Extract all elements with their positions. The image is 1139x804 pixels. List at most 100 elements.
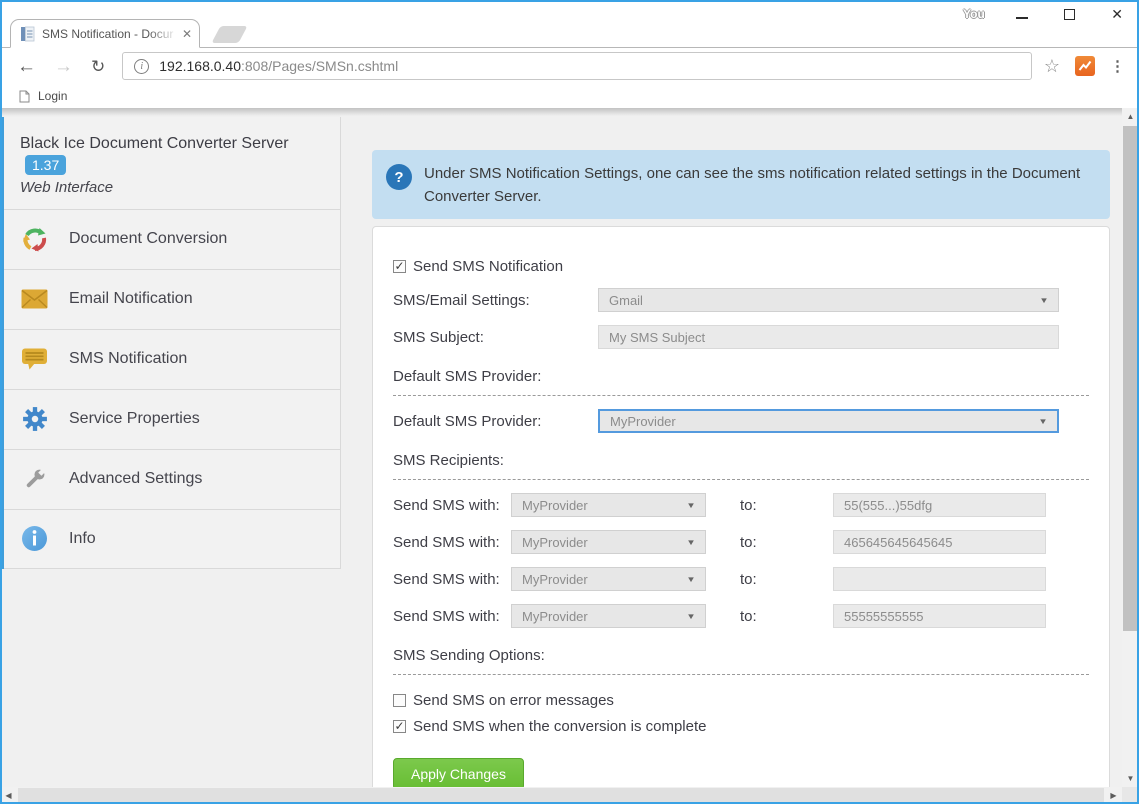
sidebar-item-label: Service Properties: [69, 410, 200, 428]
send-sms-on-error-row: ✓ Send SMS on error messages: [393, 692, 1089, 709]
to-label: to:: [740, 534, 833, 551]
sms-email-settings-value: Gmail: [609, 293, 643, 308]
conversion-arrows-icon: [21, 226, 48, 253]
close-icon[interactable]: ✕: [1111, 7, 1123, 21]
horizontal-scrollbar-thumb[interactable]: [18, 788, 1104, 803]
apply-changes-button[interactable]: Apply Changes: [393, 758, 524, 790]
scroll-right-icon[interactable]: ▶: [1105, 787, 1122, 804]
scroll-down-icon[interactable]: ▼: [1122, 770, 1139, 787]
section-divider: [393, 674, 1089, 675]
page-info-icon[interactable]: i: [134, 59, 149, 74]
default-provider-value: MyProvider: [610, 414, 676, 429]
gear-icon: [21, 406, 48, 433]
recipient-number-input[interactable]: [833, 530, 1046, 554]
page-viewport: Black Ice Document Converter Server 1.37…: [0, 108, 1139, 804]
page-icon: [19, 90, 30, 103]
wrench-icon: [21, 466, 48, 493]
section-divider: [393, 395, 1089, 396]
chevron-down-icon: ▼: [1038, 417, 1048, 426]
app-subtitle: Web Interface: [20, 179, 326, 196]
sidebar-item-document-conversion[interactable]: Document Conversion: [4, 209, 340, 269]
help-banner: ? Under SMS Notification Settings, one c…: [372, 150, 1110, 219]
send-sms-with-label: Send SMS with:: [393, 534, 503, 551]
minimize-icon[interactable]: [1016, 17, 1028, 19]
sidebar-item-service-properties[interactable]: Service Properties: [4, 389, 340, 449]
send-sms-with-label: Send SMS with:: [393, 608, 503, 625]
address-bar[interactable]: i 192.168.0.40 :808/Pages/SMSn.cshtml: [122, 52, 1032, 80]
sidebar: Black Ice Document Converter Server 1.37…: [0, 117, 341, 569]
recipient-row: Send SMS with: MyProvider ▼ to:: [393, 493, 1089, 517]
browser-titlebar: SMS Notification - Docur ✕ You ✕: [0, 0, 1139, 47]
question-icon: ?: [386, 164, 412, 190]
chevron-down-icon: ▼: [686, 538, 696, 547]
section-divider: [393, 479, 1089, 480]
recipient-row: Send SMS with: MyProvider ▼ to:: [393, 530, 1089, 554]
recipients-section-title: SMS Recipients:: [393, 452, 1089, 469]
version-badge: 1.37: [25, 155, 66, 175]
check-icon: ✓: [394, 260, 404, 272]
scroll-left-icon[interactable]: ◀: [0, 787, 17, 804]
maximize-icon[interactable]: [1064, 9, 1075, 20]
recipient-provider-dropdown[interactable]: MyProvider ▼: [511, 567, 706, 591]
bookmark-login[interactable]: Login: [13, 89, 73, 103]
default-provider-row: Default SMS Provider: MyProvider ▼: [393, 409, 1089, 433]
recipient-provider-value: MyProvider: [522, 498, 588, 513]
forward-icon[interactable]: →: [54, 57, 73, 76]
bookmark-login-label: Login: [38, 89, 67, 103]
sidebar-item-label: Document Conversion: [69, 230, 227, 248]
send-sms-on-error-checkbox[interactable]: ✓: [393, 694, 406, 707]
new-tab-button[interactable]: [211, 26, 247, 43]
sms-email-settings-dropdown[interactable]: Gmail ▼: [598, 288, 1059, 312]
send-sms-on-complete-checkbox[interactable]: ✓: [393, 720, 406, 733]
recipient-number-input[interactable]: [833, 604, 1046, 628]
recipient-number-input[interactable]: [833, 567, 1046, 591]
sidebar-header: Black Ice Document Converter Server 1.37…: [4, 117, 340, 209]
browser-menu-icon[interactable]: ⋮: [1110, 57, 1125, 75]
to-label: to:: [740, 608, 833, 625]
sidebar-item-label: Email Notification: [69, 290, 193, 308]
send-sms-on-complete-label: Send SMS when the conversion is complete: [413, 718, 707, 735]
recipient-provider-dropdown[interactable]: MyProvider ▼: [511, 493, 706, 517]
tab-close-icon[interactable]: ✕: [182, 27, 192, 41]
extension-icon[interactable]: [1075, 56, 1095, 76]
browser-tab[interactable]: SMS Notification - Docur ✕: [10, 19, 200, 48]
sidebar-item-advanced-settings[interactable]: Advanced Settings: [4, 449, 340, 509]
envelope-icon: [21, 286, 48, 313]
vertical-scrollbar-thumb[interactable]: [1123, 126, 1138, 631]
profile-name[interactable]: You: [963, 7, 985, 21]
sms-subject-input[interactable]: [598, 325, 1059, 349]
sidebar-item-email-notification[interactable]: Email Notification: [4, 269, 340, 329]
sms-bubble-icon: [21, 346, 48, 373]
scrollbar-corner: [1122, 787, 1139, 804]
scroll-up-icon[interactable]: ▲: [1122, 108, 1139, 125]
bookmarks-bar: Login: [0, 84, 1139, 108]
horizontal-scrollbar[interactable]: ◀ ▶: [0, 787, 1122, 804]
settings-panel: ✓ Send SMS Notification SMS/Email Settin…: [372, 226, 1110, 804]
send-sms-notification-row: ✓ Send SMS Notification: [393, 258, 1089, 275]
back-icon[interactable]: ←: [17, 57, 36, 76]
sms-email-settings-label: SMS/Email Settings:: [393, 292, 598, 309]
to-label: to:: [740, 497, 833, 514]
sms-email-settings-row: SMS/Email Settings: Gmail ▼: [393, 288, 1089, 312]
recipient-provider-dropdown[interactable]: MyProvider ▼: [511, 530, 706, 554]
send-sms-notification-checkbox[interactable]: ✓: [393, 260, 406, 273]
main-content: ? Under SMS Notification Settings, one c…: [372, 108, 1110, 804]
check-icon: ✓: [394, 720, 404, 732]
info-icon: [21, 525, 48, 552]
sending-options-section-title: SMS Sending Options:: [393, 647, 1089, 664]
bookmark-star-icon[interactable]: ☆: [1044, 56, 1060, 77]
tab-title: SMS Notification - Docur: [42, 27, 178, 41]
sidebar-item-info[interactable]: Info: [4, 509, 340, 569]
chevron-down-icon: ▼: [686, 501, 696, 510]
help-banner-text: Under SMS Notification Settings, one can…: [424, 161, 1090, 208]
vertical-scrollbar[interactable]: ▲ ▼: [1122, 108, 1139, 787]
send-sms-notification-label: Send SMS Notification: [413, 258, 563, 275]
default-provider-dropdown[interactable]: MyProvider ▼: [598, 409, 1059, 433]
recipient-number-input[interactable]: [833, 493, 1046, 517]
sidebar-item-label: SMS Notification: [69, 350, 187, 368]
recipient-provider-dropdown[interactable]: MyProvider ▼: [511, 604, 706, 628]
sms-subject-row: SMS Subject:: [393, 325, 1089, 349]
url-path: :808/Pages/SMSn.cshtml: [241, 58, 398, 74]
sidebar-item-sms-notification[interactable]: SMS Notification: [4, 329, 340, 389]
reload-icon[interactable]: ↻: [91, 58, 105, 75]
